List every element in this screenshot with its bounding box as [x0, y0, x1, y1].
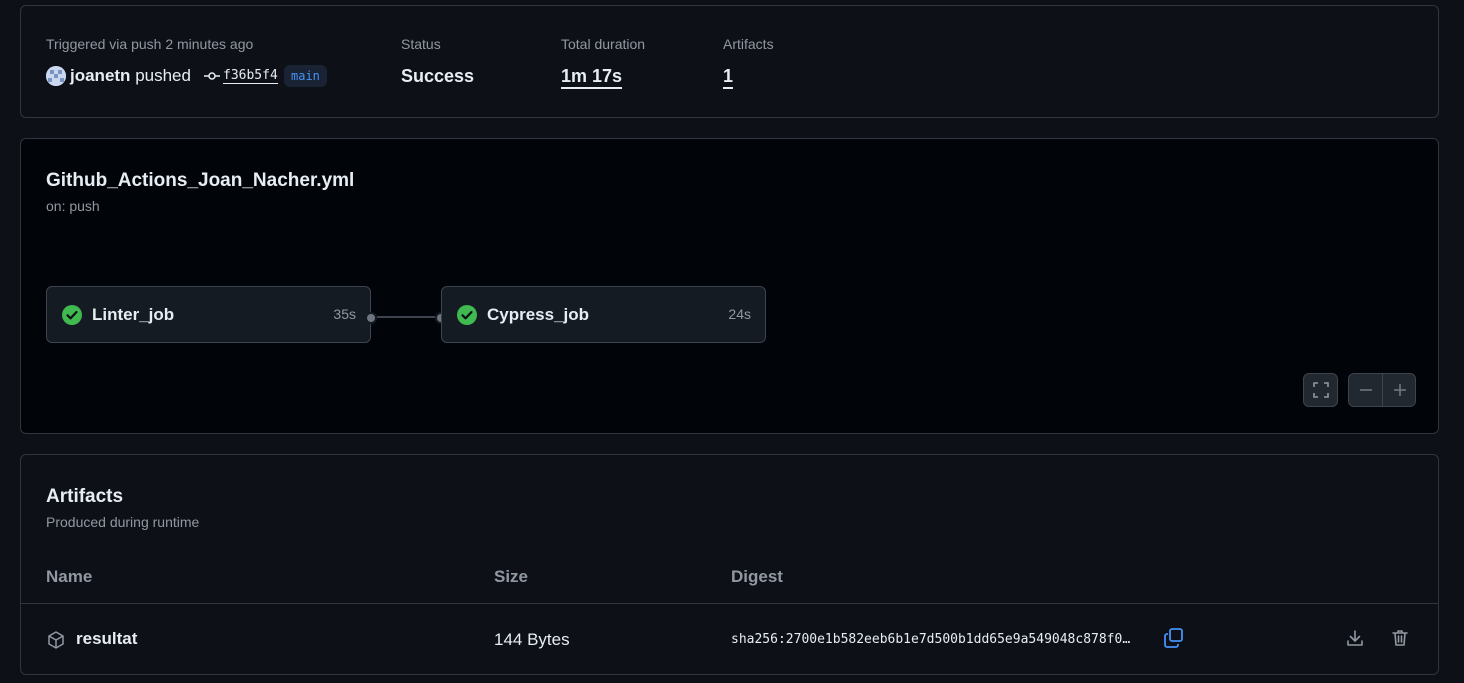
commit-sha-link[interactable]: f36b5f4: [223, 68, 278, 84]
check-circle-icon: [457, 305, 477, 328]
check-circle-icon: [62, 305, 82, 328]
duration-link[interactable]: 1m 17s: [561, 66, 623, 89]
fullscreen-control: [1303, 373, 1338, 407]
zoom-controls: [1348, 373, 1416, 407]
artifact-digest: sha256:2700e1b582eeb6b1e7d500b1dd65e9a54…: [731, 632, 1131, 647]
job-name: Linter_job: [92, 305, 175, 324]
git-commit-icon: [204, 68, 220, 87]
branch-badge[interactable]: main: [284, 65, 327, 87]
status-value: Success: [401, 66, 475, 86]
column-header-size: Size: [494, 567, 529, 586]
run-summary-card: Triggered via push 2 minutes ago joanetn…: [20, 5, 1439, 118]
job-output-port: [365, 312, 377, 324]
avatar[interactable]: [46, 66, 66, 86]
job-node-linter[interactable]: Linter_job 35s: [46, 286, 371, 343]
trigger-label: Triggered via push 2 minutes ago: [46, 36, 254, 52]
job-node-cypress[interactable]: Cypress_job 24s: [441, 286, 766, 343]
job-name: Cypress_job: [487, 305, 590, 324]
plus-icon: [1393, 384, 1406, 396]
copy-icon[interactable]: [1162, 626, 1186, 650]
workflow-title: Github_Actions_Joan_Nacher.yml: [46, 170, 355, 191]
minus-icon: [1359, 389, 1372, 391]
job-duration: 35s: [333, 306, 356, 322]
trash-icon[interactable]: [1388, 626, 1412, 650]
artifacts-count-label: Artifacts: [723, 36, 774, 52]
zoom-out-button[interactable]: [1349, 374, 1382, 406]
package-icon: [46, 630, 66, 653]
duration-label: Total duration: [561, 36, 646, 52]
artifacts-card: Artifacts Produced during runtime Name S…: [20, 454, 1439, 675]
status-label: Status: [401, 36, 441, 52]
artifacts-title: Artifacts: [46, 486, 124, 507]
fullscreen-icon: [1312, 382, 1329, 398]
table-divider: [21, 603, 1438, 604]
artifact-name-link[interactable]: resultat: [76, 629, 137, 649]
artifact-size: 144 Bytes: [494, 630, 570, 649]
zoom-in-button[interactable]: [1383, 374, 1416, 406]
job-connector: [377, 316, 441, 318]
fullscreen-button[interactable]: [1304, 374, 1337, 406]
column-header-digest: Digest: [731, 567, 783, 586]
download-icon[interactable]: [1343, 626, 1367, 650]
actor-link[interactable]: joanetn: [70, 66, 130, 85]
column-header-name: Name: [46, 567, 93, 586]
workflow-graph-card: Github_Actions_Joan_Nacher.yml on: push …: [20, 138, 1439, 434]
job-duration: 24s: [728, 306, 751, 322]
artifacts-subtitle: Produced during runtime: [46, 514, 200, 530]
workflow-trigger: on: push: [46, 198, 100, 214]
artifacts-count-link[interactable]: 1: [723, 66, 734, 89]
action-text: pushed: [135, 66, 191, 85]
